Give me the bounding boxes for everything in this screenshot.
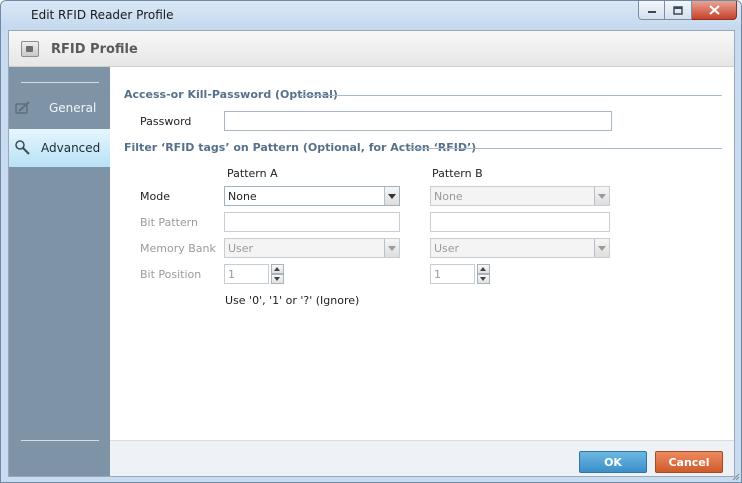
password-label: Password — [140, 115, 192, 128]
sidebar: General Advanced — [9, 67, 110, 476]
memory-bank-label: Memory Bank — [140, 242, 216, 255]
profile-title: RFID Profile — [51, 42, 138, 57]
window-title: Edit RFID Reader Profile — [31, 8, 174, 22]
sidebar-item-advanced[interactable]: Advanced — [9, 129, 110, 167]
advanced-settings-icon — [15, 140, 30, 155]
rfid-profile-icon — [21, 41, 39, 57]
pattern-a-mode-select[interactable]: None — [224, 186, 400, 206]
minimize-button[interactable] — [638, 1, 665, 20]
selected-value: User — [434, 242, 460, 255]
pattern-a-header: Pattern A — [227, 167, 278, 180]
stepper-buttons — [477, 264, 490, 284]
sidebar-divider — [21, 440, 99, 441]
title-bar[interactable]: Edit RFID Reader Profile — [1, 1, 741, 30]
maximize-button[interactable] — [665, 1, 692, 20]
stepper-value-box[interactable]: 1 — [430, 264, 475, 284]
cancel-button[interactable]: Cancel — [655, 451, 723, 473]
section-divider — [408, 148, 722, 149]
chevron-down-icon[interactable] — [594, 239, 609, 257]
profile-header: RFID Profile — [9, 31, 734, 67]
stepper-buttons — [271, 264, 284, 284]
close-button[interactable] — [692, 1, 737, 20]
chevron-down-icon[interactable] — [384, 239, 399, 257]
pattern-b-bit-pattern-field[interactable] — [430, 212, 610, 232]
pattern-a-bit-pattern-field[interactable] — [224, 212, 400, 232]
sidebar-item-label: General — [49, 101, 97, 115]
bit-pattern-hint: Use '0', '1' or '?' (Ignore) — [225, 294, 360, 307]
dialog-footer: OK Cancel — [110, 440, 734, 476]
increment-arrow-icon[interactable] — [477, 264, 490, 274]
selected-value: None — [228, 190, 257, 203]
maximize-icon — [673, 5, 683, 15]
general-settings-icon — [15, 101, 30, 114]
mode-label: Mode — [140, 190, 170, 203]
password-field[interactable] — [224, 111, 612, 131]
stepper-value-box[interactable]: 1 — [224, 264, 269, 284]
edit-rfid-reader-profile-window: Edit RFID Reader Profile RFID Profile Ge… — [0, 0, 742, 483]
decrement-arrow-icon[interactable] — [271, 274, 284, 284]
resize-grip-icon[interactable] — [730, 471, 740, 481]
stepper-value: 1 — [228, 268, 235, 281]
ok-button[interactable]: OK — [579, 451, 647, 473]
pattern-b-bit-position-stepper[interactable]: 1 — [430, 264, 492, 284]
dialog-client: RFID Profile General Advanced Access-or … — [8, 30, 735, 477]
advanced-content: Access-or Kill-Password (Optional) Passw… — [110, 67, 734, 440]
sidebar-item-general[interactable]: General — [9, 89, 110, 127]
decrement-arrow-icon[interactable] — [477, 274, 490, 284]
sidebar-item-label: Advanced — [41, 141, 101, 155]
chevron-down-icon[interactable] — [384, 187, 399, 205]
selected-value: User — [228, 242, 254, 255]
stepper-value: 1 — [434, 268, 441, 281]
chevron-down-icon[interactable] — [594, 187, 609, 205]
bit-pattern-label: Bit Pattern — [140, 216, 198, 229]
window-controls — [638, 1, 737, 20]
close-icon — [708, 5, 720, 15]
pattern-b-mode-select[interactable]: None — [430, 186, 610, 206]
selected-value: None — [434, 190, 463, 203]
pattern-a-bit-position-stepper[interactable]: 1 — [224, 264, 286, 284]
increment-arrow-icon[interactable] — [271, 264, 284, 274]
minimize-icon — [647, 11, 656, 13]
pattern-a-memory-bank-select[interactable]: User — [224, 238, 400, 258]
sidebar-divider — [21, 82, 99, 83]
bit-position-label: Bit Position — [140, 268, 202, 281]
pattern-b-memory-bank-select[interactable]: User — [430, 238, 610, 258]
pattern-b-header: Pattern B — [432, 167, 483, 180]
section-divider — [301, 95, 722, 96]
